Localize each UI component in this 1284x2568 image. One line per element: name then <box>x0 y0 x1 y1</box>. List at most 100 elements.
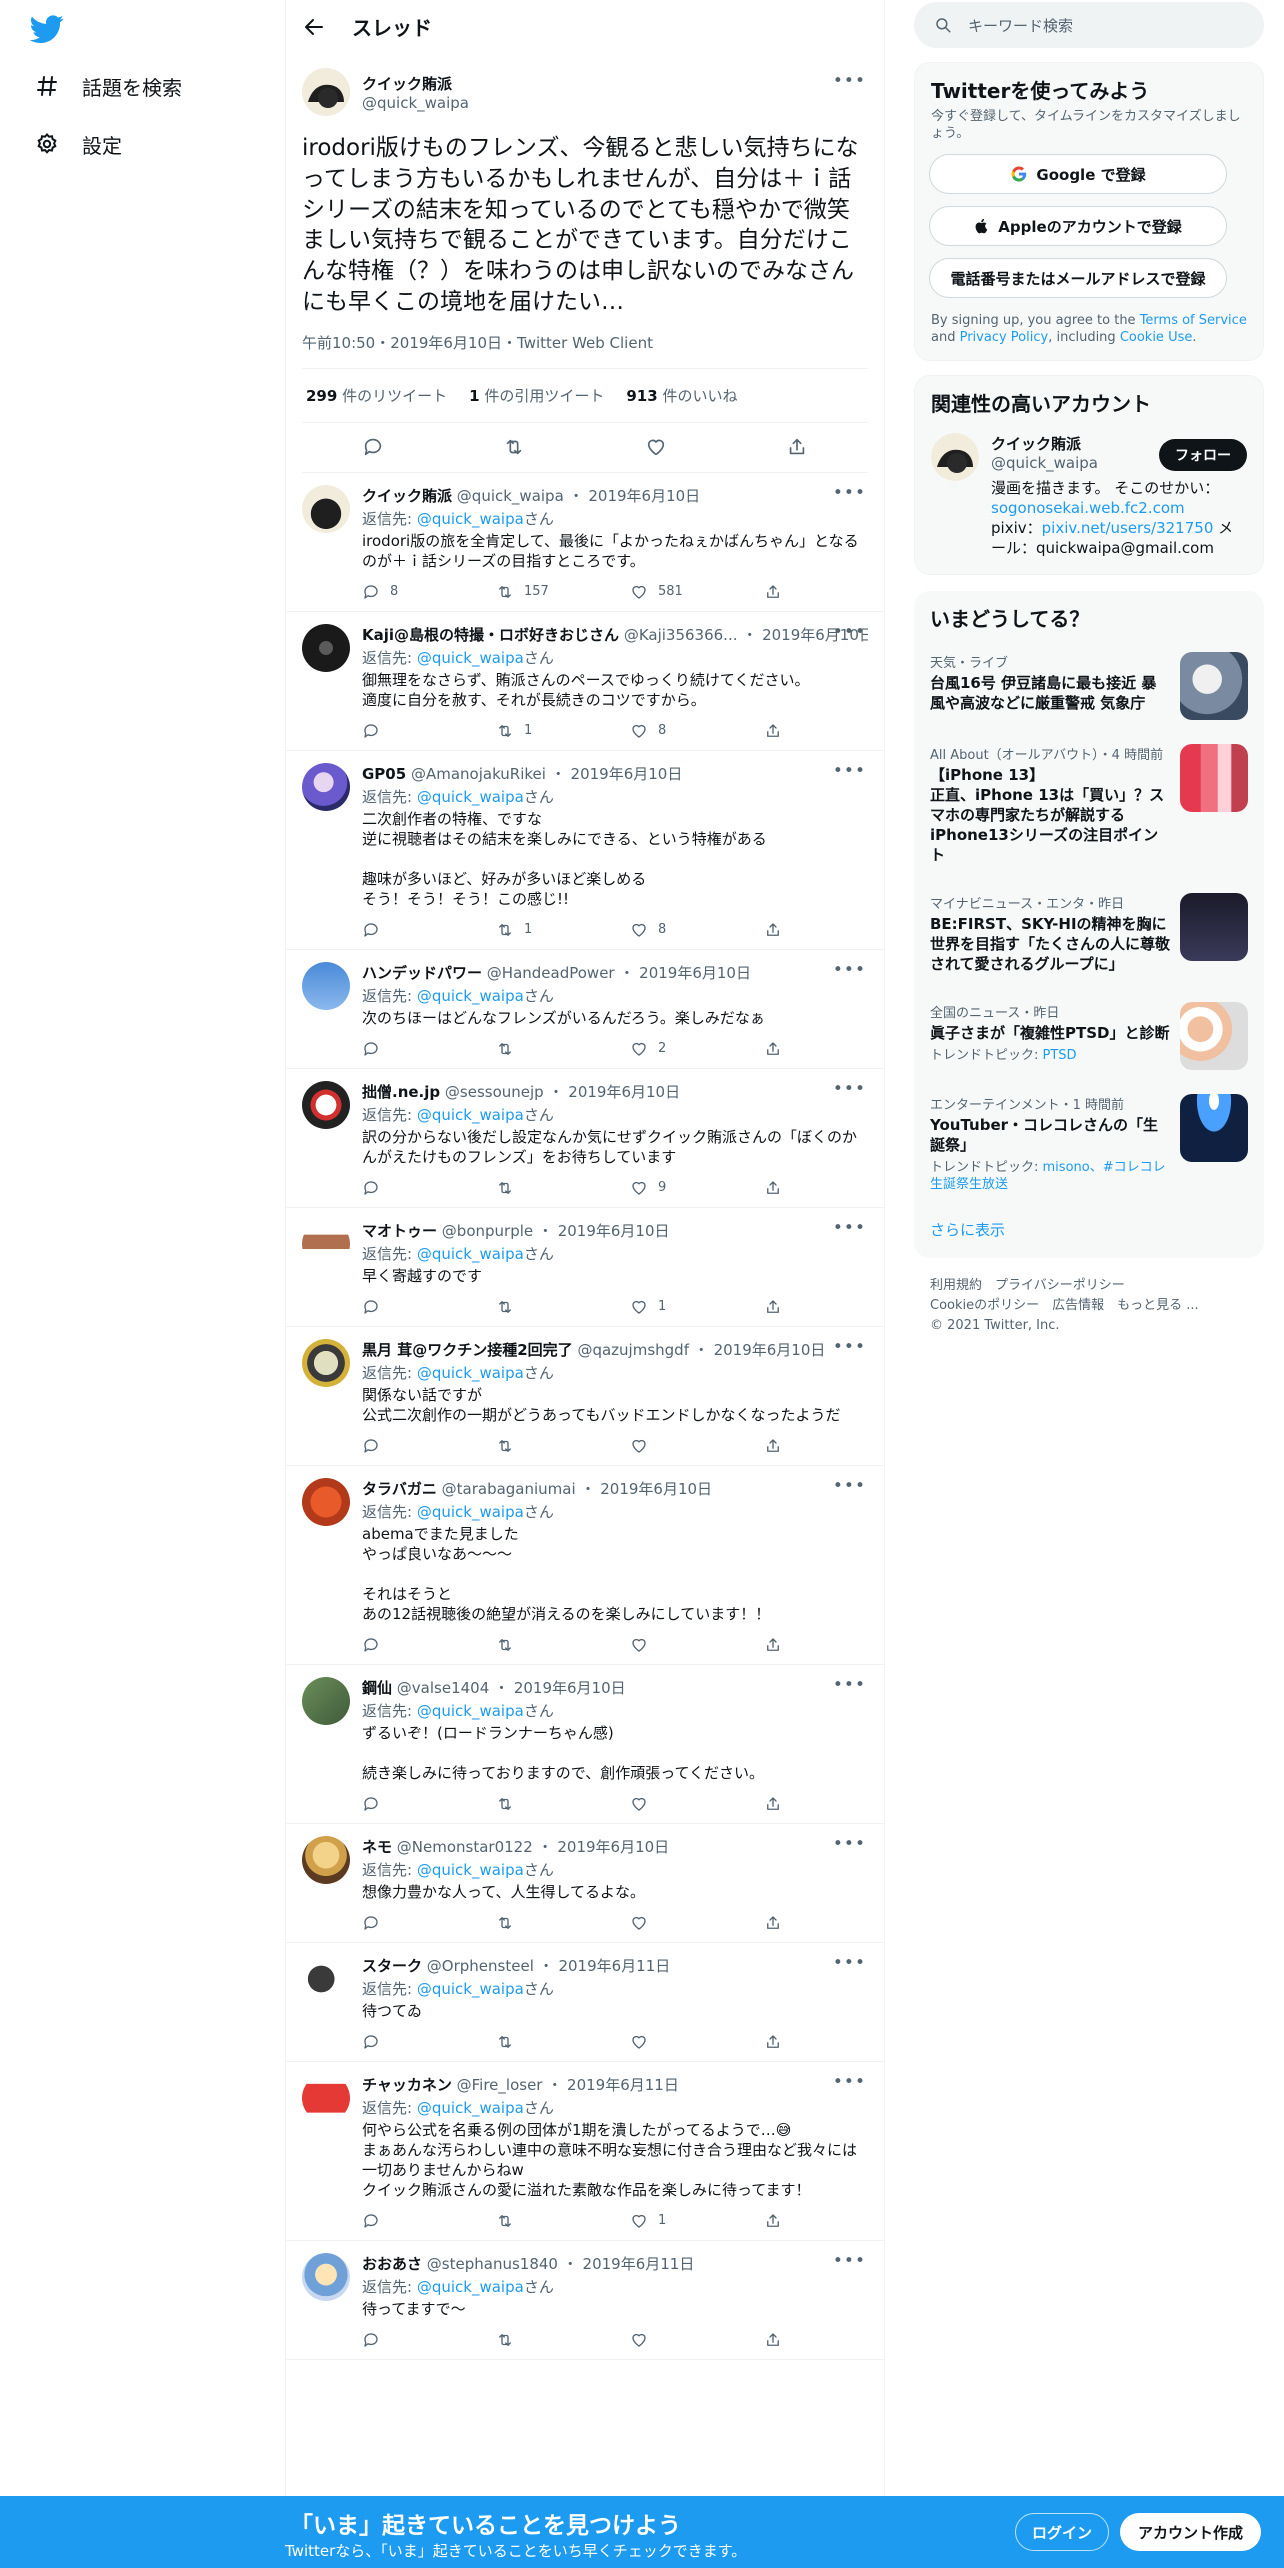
share-button[interactable] <box>764 1914 782 1932</box>
like-button[interactable]: 2 <box>630 1040 764 1058</box>
reply-date[interactable]: 2019年6月10日 <box>571 765 683 783</box>
like-button[interactable] <box>630 2331 764 2349</box>
retweet-button[interactable] <box>496 2331 630 2349</box>
reply-author-handle[interactable]: @valse1404 <box>397 1679 489 1697</box>
twitter-bird-icon[interactable] <box>30 12 64 46</box>
reply-date[interactable]: 2019年6月10日 <box>568 1083 680 1101</box>
reply-to-link[interactable]: @quick_waipa <box>417 987 524 1005</box>
reply-to-link[interactable]: @quick_waipa <box>417 1980 524 1998</box>
share-button[interactable] <box>764 1795 782 1813</box>
reply-button[interactable] <box>362 1298 496 1316</box>
retweet-button[interactable] <box>496 1298 630 1316</box>
reply-to-link[interactable]: @quick_waipa <box>417 788 524 806</box>
avatar[interactable] <box>302 1835 350 1884</box>
retweet-icon[interactable] <box>503 436 525 458</box>
reply-button[interactable] <box>362 1795 496 1813</box>
share-icon[interactable] <box>786 436 808 458</box>
like-icon[interactable] <box>645 436 667 458</box>
privacy-link[interactable]: Privacy Policy <box>960 330 1049 345</box>
more-icon[interactable]: ••• <box>833 1218 866 1238</box>
more-icon[interactable]: ••• <box>833 1337 866 1357</box>
reply-author-name[interactable]: チャッカネン <box>362 2076 452 2094</box>
reply-tweet[interactable]: 黒月 茸@ワクチン接種2回完了 @qazujmshgdf ・ 2019年6月10… <box>286 1327 884 1466</box>
reply-button[interactable] <box>362 2033 496 2051</box>
reply-tweet[interactable]: GP05 @AmanojakuRikei ・ 2019年6月10日 返信先: @… <box>286 751 884 950</box>
retweet-button[interactable] <box>496 2033 630 2051</box>
reply-author-name[interactable]: クイック賄派 <box>362 487 452 505</box>
avatar[interactable] <box>302 1338 350 1387</box>
like-button[interactable] <box>630 1795 764 1813</box>
retweet-button[interactable] <box>496 1437 630 1455</box>
reply-button[interactable] <box>362 2212 496 2230</box>
google-signup-button[interactable]: Google で登録 <box>929 154 1227 194</box>
avatar[interactable] <box>302 1477 350 1526</box>
trend-item[interactable]: マイナビニュース・エンタ・昨日 BE:FIRST、SKY-HIの精神を胸に世界を… <box>914 881 1264 990</box>
avatar[interactable] <box>302 2073 350 2122</box>
retweet-count[interactable]: 299 件のリツイート <box>306 385 447 406</box>
reply-to-link[interactable]: @quick_waipa <box>417 1861 524 1879</box>
back-arrow-icon[interactable] <box>302 15 326 39</box>
like-button[interactable] <box>630 1636 764 1654</box>
reply-tweet[interactable]: スターク @Orphensteel ・ 2019年6月11日 返信先: @qui… <box>286 1943 884 2062</box>
reply-author-handle[interactable]: @quick_waipa <box>457 487 564 505</box>
reply-date[interactable]: 2019年6月10日 <box>714 1341 826 1359</box>
like-button[interactable]: 8 <box>630 722 764 740</box>
avatar[interactable] <box>302 961 350 1010</box>
reply-tweet[interactable]: チャッカネン @Fire_loser ・ 2019年6月11日 返信先: @qu… <box>286 2062 884 2241</box>
reply-author-handle[interactable]: @stephanus1840 <box>427 2255 558 2273</box>
reply-button[interactable] <box>362 921 496 939</box>
reply-date[interactable]: 2019年6月10日 <box>639 964 751 982</box>
retweet-button[interactable] <box>496 2212 630 2230</box>
like-button[interactable] <box>630 2033 764 2051</box>
reply-to-link[interactable]: @quick_waipa <box>417 1106 524 1124</box>
retweet-button[interactable] <box>496 1040 630 1058</box>
more-icon[interactable]: ••• <box>833 1079 866 1099</box>
like-button[interactable] <box>630 1437 764 1455</box>
retweet-button[interactable] <box>496 1179 630 1197</box>
avatar[interactable] <box>931 433 979 481</box>
reply-to-link[interactable]: @quick_waipa <box>417 2099 524 2117</box>
cookie-link[interactable]: Cookie Use <box>1120 330 1193 345</box>
reply-tweet[interactable]: ネモ @Nemonstar0122 ・ 2019年6月10日 返信先: @qui… <box>286 1824 884 1943</box>
reply-date[interactable]: 2019年6月11日 <box>558 1957 670 1975</box>
reply-date[interactable]: 2019年6月11日 <box>583 2255 695 2273</box>
reply-author-handle[interactable]: @HandeadPower <box>487 964 615 982</box>
trend-item[interactable]: 全国のニュース・昨日 眞子さまが「複雑性PTSD」と診断 トレンドトピック: P… <box>914 990 1264 1082</box>
share-button[interactable] <box>764 1179 782 1197</box>
reply-tweet[interactable]: クイック賄派 @quick_waipa ・ 2019年6月10日 返信先: @q… <box>286 473 884 612</box>
footer-links[interactable]: Cookieのポリシー 広告情報 もっと見る ... <box>930 1296 1248 1316</box>
trend-topic-link[interactable]: PTSD <box>1043 1048 1077 1063</box>
reply-tweet[interactable]: マオトゥー @bonpurple ・ 2019年6月10日 返信先: @quic… <box>286 1208 884 1327</box>
share-button[interactable] <box>764 1298 782 1316</box>
more-icon[interactable]: ••• <box>833 2251 866 2271</box>
avatar[interactable] <box>302 2252 350 2301</box>
share-button[interactable] <box>764 583 782 601</box>
reply-button[interactable] <box>362 1437 496 1455</box>
reply-author-handle[interactable]: @sessounejp <box>445 1083 544 1101</box>
more-icon[interactable]: ••• <box>833 761 866 781</box>
footer-links[interactable]: 利用規約 プライバシーポリシー <box>930 1276 1248 1296</box>
like-button[interactable]: 1 <box>630 2212 764 2230</box>
reply-date[interactable]: 2019年6月10日 <box>514 1679 626 1697</box>
reply-author-name[interactable]: GP05 <box>362 765 406 783</box>
more-icon[interactable]: ••• <box>833 1476 866 1496</box>
reply-author-handle[interactable]: @Orphensteel <box>427 1957 534 1975</box>
reply-author-handle[interactable]: @tarabaganiumai <box>442 1480 576 1498</box>
retweet-button[interactable]: 157 <box>496 583 630 601</box>
reply-tweet[interactable]: ハンデッドパワー @HandeadPower ・ 2019年6月10日 返信先:… <box>286 950 884 1069</box>
reply-author-name[interactable]: マオトゥー <box>362 1222 437 1240</box>
more-icon[interactable]: ••• <box>833 483 866 503</box>
retweet-button[interactable] <box>496 1636 630 1654</box>
reply-author-name[interactable]: ハンデッドパワー <box>362 964 482 982</box>
reply-author-name[interactable]: タラバガニ <box>362 1480 437 1498</box>
reply-to-link[interactable]: @quick_waipa <box>417 649 524 667</box>
more-icon[interactable]: ••• <box>833 960 866 980</box>
nav-settings[interactable]: 設定 <box>34 122 122 166</box>
trend-item[interactable]: All About（オールアバウト）・4 時間前 【iPhone 13】 正直、… <box>914 732 1264 881</box>
reply-icon[interactable] <box>362 436 384 458</box>
share-button[interactable] <box>764 722 782 740</box>
reply-author-name[interactable]: 拙僧.ne.jp <box>362 1083 440 1101</box>
reply-author-handle[interactable]: @AmanojakuRikei <box>411 765 546 783</box>
login-button[interactable]: ログイン <box>1015 2513 1110 2551</box>
trend-item[interactable]: エンターテインメント・1 時間前 YouTuber・コレコレさんの「生誕祭」 ト… <box>914 1082 1264 1205</box>
